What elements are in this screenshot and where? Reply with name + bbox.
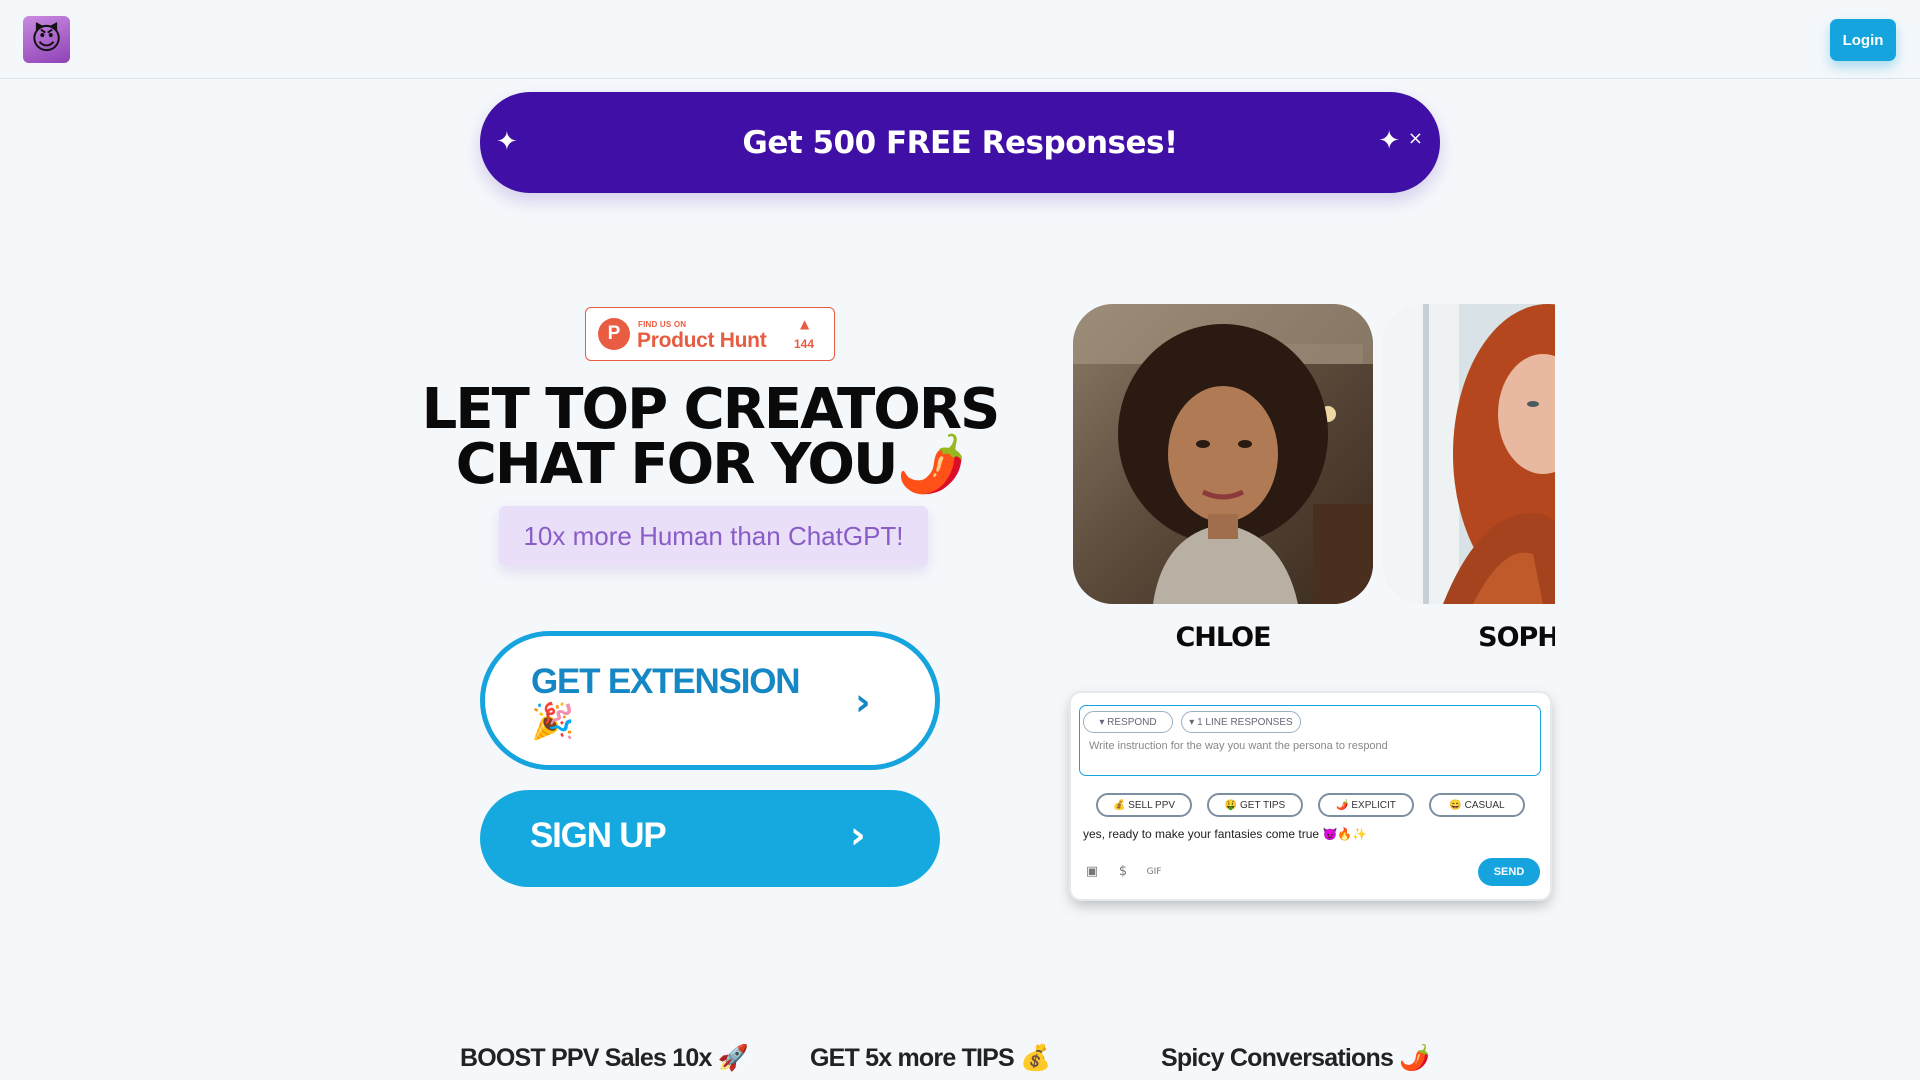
persona-photo — [1073, 304, 1373, 604]
promo-text: Get 500 FREE Responses! — [742, 124, 1178, 161]
devil-logo-icon[interactable]: 😈 — [23, 16, 70, 63]
product-hunt-name: Product Hunt — [637, 329, 767, 352]
persona-photo — [1383, 304, 1555, 604]
headline-line-1: LET TOP CREATORS — [421, 377, 1001, 442]
hero-headline: LET TOP CREATORS CHAT FOR YOU🌶️ — [350, 377, 1070, 497]
image-icon[interactable]: ▣ — [1084, 864, 1100, 880]
persona-name: CHLOE — [1175, 622, 1271, 653]
feature-ppv: BOOST PPV Sales 10x 🚀 — [460, 1044, 749, 1072]
send-button[interactable]: SEND — [1478, 858, 1540, 886]
persona-name: SOPHIA — [1478, 622, 1555, 653]
login-button[interactable]: Login — [1830, 19, 1896, 61]
persona-card-sophia[interactable]: SOPHIA — [1383, 304, 1555, 653]
respond-dropdown[interactable]: ▾ RESPOND — [1083, 711, 1173, 733]
line-responses-dropdown[interactable]: ▾ 1 LINE RESPONSES — [1181, 711, 1301, 733]
feature-tips: GET 5x more TIPS 💰 — [810, 1044, 1051, 1072]
explicit-button[interactable]: 🌶️ EXPLICIT — [1318, 793, 1414, 817]
get-extension-label: GET EXTENSION 🎉 — [531, 662, 801, 741]
product-hunt-logo-icon: P — [598, 318, 630, 350]
generated-message[interactable]: yes, ready to make your fantasies come t… — [1083, 827, 1367, 841]
product-hunt-badge[interactable]: P FIND US ON Product Hunt ▲ 144 — [585, 307, 835, 361]
chevron-right-icon: › — [855, 680, 871, 724]
chevron-right-icon: › — [850, 813, 866, 857]
chat-composer-card: ▾ RESPOND ▾ 1 LINE RESPONSES Write instr… — [1071, 693, 1550, 899]
sparkle-icon: ✦ — [1378, 126, 1400, 156]
sell-ppv-button[interactable]: 💰 SELL PPV — [1096, 793, 1192, 817]
upvote-arrow-icon: ▲ — [800, 317, 810, 331]
product-hunt-find-label: FIND US ON — [638, 320, 687, 329]
casual-button[interactable]: 😄 CASUAL — [1429, 793, 1525, 817]
instruction-input[interactable]: ▾ RESPOND ▾ 1 LINE RESPONSES Write instr… — [1079, 705, 1541, 776]
close-icon[interactable]: × — [1408, 130, 1423, 148]
sign-up-label: SIGN UP — [530, 816, 667, 855]
persona-card-chloe[interactable]: CHLOE — [1073, 304, 1373, 653]
free-responses-banner[interactable]: ✦ Get 500 FREE Responses! ✦ × — [480, 92, 1440, 193]
persona-carousel[interactable]: CHLOE SOPHIA — [1073, 304, 1555, 654]
gif-icon[interactable]: GIF — [1146, 864, 1162, 880]
get-extension-button[interactable]: GET EXTENSION 🎉 › — [480, 631, 940, 770]
get-tips-button[interactable]: 🤑 GET TIPS — [1207, 793, 1303, 817]
dollar-icon[interactable]: $ — [1115, 864, 1131, 880]
sign-up-button[interactable]: SIGN UP › — [480, 790, 940, 887]
hero-subtag: 10x more Human than ChatGPT! — [499, 506, 928, 566]
sparkle-icon: ✦ — [496, 127, 518, 157]
upvote-count: 144 — [794, 337, 815, 351]
feature-spicy: Spicy Conversations 🌶️ — [1161, 1044, 1430, 1072]
headline-line-2: CHAT FOR YOU🌶️ — [455, 432, 967, 497]
top-navigation-bar: 😈 Login — [0, 0, 1920, 79]
instruction-placeholder: Write instruction for the way you want t… — [1089, 740, 1388, 752]
